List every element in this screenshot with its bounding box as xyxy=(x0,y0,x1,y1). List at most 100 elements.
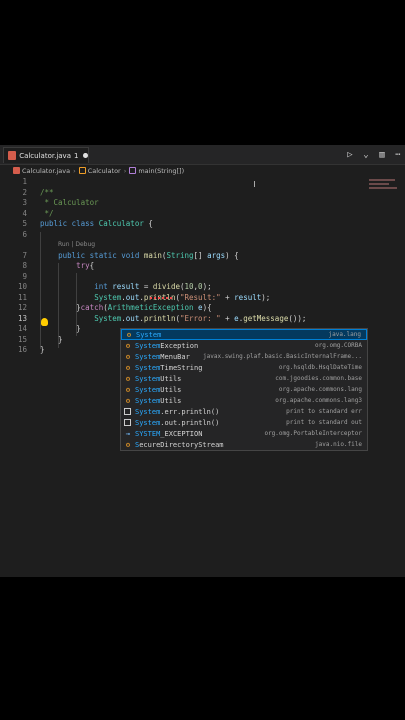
codelens-run-debug[interactable]: Run | Debug xyxy=(58,241,95,248)
suggestion-label: System xyxy=(136,330,162,339)
line-number: 4 xyxy=(22,208,27,218)
code-line-2[interactable]: 2 /** xyxy=(0,188,405,199)
breadcrumb: Calculator.java › Calculator › main(Stri… xyxy=(0,165,405,176)
code-line-7[interactable]: 7 public static void main(String[] args)… xyxy=(0,251,405,262)
line-number: 3 xyxy=(22,198,27,207)
chevron-right-icon: › xyxy=(123,166,127,175)
line-number: 15 xyxy=(17,334,27,344)
run-dropdown-icon[interactable]: ⌄ xyxy=(361,150,371,160)
suggestion-detail: print to standard err xyxy=(286,408,362,415)
class-icon: ⚙ xyxy=(125,341,131,350)
snippet-icon xyxy=(124,419,131,426)
suggestion-item[interactable]: ⚙ SystemUtils org.apache.commons.lang3 xyxy=(121,395,367,406)
class-icon: ⚙ xyxy=(125,440,131,449)
editor-actions: ▷ ⌄ ▥ ⋯ xyxy=(345,148,403,162)
java-file-icon xyxy=(13,167,20,174)
suggestion-item[interactable]: ⚙ SystemTimeString org.hsqldb.HsqlDateTime xyxy=(121,362,367,373)
suggestion-detail: org.apache.commons.lang3 xyxy=(275,397,362,404)
split-editor-icon[interactable]: ▥ xyxy=(377,150,387,160)
tab-label: Calculator.java xyxy=(19,151,71,160)
class-icon: ⚙ xyxy=(126,330,132,339)
suggestion-label: SystemUtils xyxy=(135,385,182,394)
suggestion-item[interactable]: ⚙ System java.lang xyxy=(121,329,367,340)
suggestion-label: SystemException xyxy=(135,341,199,350)
line-number: 12 xyxy=(17,303,27,312)
code-line-5[interactable]: 5 public class Calculator { xyxy=(0,219,405,230)
code-text: public class Calculator { xyxy=(40,219,153,228)
breadcrumb-class[interactable]: Calculator xyxy=(78,166,121,175)
autocomplete-widget: ⚙ System java.lang ⚙ SystemException org.omg.… xyxy=(120,328,368,451)
tab-bar: Calculator.java 1 ▷ ⌄ ▥ ⋯ xyxy=(0,145,405,165)
unsaved-dot-icon[interactable] xyxy=(83,153,88,158)
suggestion-item[interactable]: ⚙ SystemException org.omg.CORBA xyxy=(121,340,367,351)
suggestion-item[interactable]: ⚙ SystemMenuBar javax.swing.plaf.basic.Bas… xyxy=(121,351,367,362)
breadcrumb-file[interactable]: Calculator.java xyxy=(13,167,70,175)
suggestion-label: SYSTEM_EXCEPTION xyxy=(135,429,203,438)
code-text: public static void main(String[] args) { xyxy=(58,250,239,260)
java-file-icon xyxy=(8,151,17,160)
suggestion-detail: print to standard out xyxy=(286,419,362,426)
suggestion-detail: org.omg.CORBA xyxy=(315,342,362,349)
code-line-3[interactable]: 3 * Calculator xyxy=(0,198,405,209)
suggestion-item[interactable]: System.err.println() print to standard er… xyxy=(121,406,367,417)
suggestion-item[interactable]: ⚙ SystemUtils com.jgoodies.common.base xyxy=(121,373,367,384)
code-line-4[interactable]: 4 */ xyxy=(0,209,405,220)
suggestion-item[interactable]: System.out.println() print to standard ou… xyxy=(121,417,367,428)
run-icon[interactable]: ▷ xyxy=(345,150,355,160)
code-text: */ xyxy=(40,208,54,218)
suggestion-item[interactable]: ⊸ SYSTEM_EXCEPTION org.omg.PortableInterce… xyxy=(121,428,367,439)
suggestion-label: System.err.println() xyxy=(135,407,220,416)
class-icon: ⚙ xyxy=(125,374,131,383)
suggestion-detail: java.nio.file xyxy=(315,441,362,448)
code-line-12[interactable]: 12 }catch(ArithmeticException e){ xyxy=(0,303,405,314)
line-number: 10 xyxy=(17,282,27,291)
suggestion-label: SecureDirectoryStream xyxy=(135,440,224,449)
suggestion-detail: java.lang xyxy=(328,331,361,338)
breadcrumb-method[interactable]: main(String[]) xyxy=(129,167,184,175)
more-actions-icon[interactable]: ⋯ xyxy=(393,150,403,160)
tab-calculator-java[interactable]: Calculator.java 1 xyxy=(3,147,89,163)
line-number: 7 xyxy=(22,250,27,260)
code-text: }catch(ArithmeticException e){ xyxy=(40,303,212,312)
code-line-1[interactable]: 1 xyxy=(0,177,405,188)
breadcrumb-file-label: Calculator.java xyxy=(22,166,71,175)
suggestion-label: SystemMenuBar xyxy=(135,352,190,361)
class-icon xyxy=(78,167,86,174)
chevron-right-icon: › xyxy=(73,166,76,175)
code-line-11[interactable]: 11 System.out.println("Result:" + result… xyxy=(0,293,405,304)
error-squiggle xyxy=(150,297,174,299)
line-number: 16 xyxy=(17,345,27,354)
suggestion-label: SystemUtils xyxy=(135,396,182,405)
suggestion-item[interactable]: ⚙ SystemUtils org.apache.commons.lang xyxy=(121,384,367,395)
breadcrumb-class-label: Calculator xyxy=(87,166,121,175)
code-line-8[interactable]: 8 try{ xyxy=(0,261,405,272)
class-icon: ⚙ xyxy=(125,352,131,361)
line-number: 8 xyxy=(22,261,27,270)
suggestion-detail: org.apache.commons.lang xyxy=(278,386,362,393)
line-number: 9 xyxy=(22,271,27,281)
suggestion-detail: org.hsqldb.HsqlDateTime xyxy=(278,364,362,371)
code-text: System.out.println("Error: " + e.getMess… xyxy=(94,313,307,323)
line-number: 5 xyxy=(22,219,27,228)
code-line-13[interactable]: 13 System.out.println("Error: " + e.getM… xyxy=(0,314,405,325)
code-line-10[interactable]: 10 int result = divide(10,0); xyxy=(0,282,405,293)
code-text: } xyxy=(40,345,45,354)
code-text: /** xyxy=(40,187,54,197)
field-icon: ⊸ xyxy=(125,429,131,438)
class-icon: ⚙ xyxy=(125,385,131,394)
code-text: } xyxy=(40,334,63,344)
lightbulb-icon[interactable] xyxy=(41,318,48,326)
class-icon: ⚙ xyxy=(125,396,131,405)
suggestion-label: SystemTimeString xyxy=(135,363,203,372)
code-text: try{ xyxy=(76,261,95,270)
method-icon xyxy=(129,167,137,174)
line-number: 11 xyxy=(17,292,27,302)
code-line-9[interactable]: 9 xyxy=(0,272,405,283)
suggestion-item[interactable]: ⚙ SecureDirectoryStream java.nio.file xyxy=(121,439,367,450)
code-line-6[interactable]: 6 xyxy=(0,230,405,241)
suggestion-label: System.out.println() xyxy=(135,418,220,427)
tab-error-count: 1 xyxy=(73,151,79,160)
line-number: 14 xyxy=(17,324,27,333)
line-number: 6 xyxy=(22,229,27,239)
line-number: 13 xyxy=(17,313,27,323)
